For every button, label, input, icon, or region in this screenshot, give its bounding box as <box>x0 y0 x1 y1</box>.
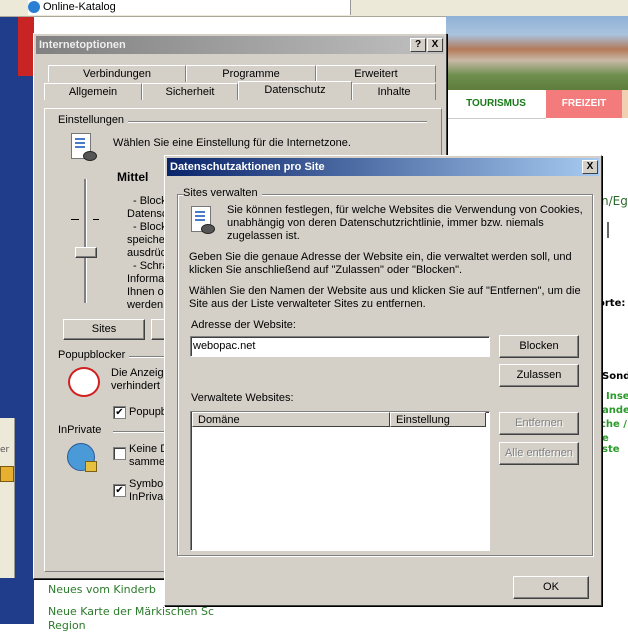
instruction-line: klicken Sie anschließend auf "Zulassen" … <box>189 264 463 276</box>
intro-line: unabhängig von deren Datenschutzrichtlin… <box>227 217 544 229</box>
nav-edge <box>622 90 628 118</box>
per-site-privacy-dialog: Datenschutzaktionen pro Site X Sites ver… <box>164 155 602 606</box>
settings-group-label: Einstellungen <box>58 114 129 126</box>
per-site-privacy-titlebar[interactable]: Datenschutzaktionen pro Site X <box>167 158 599 176</box>
ok-button[interactable]: OK <box>513 576 589 599</box>
website-address-input[interactable]: webopac.net <box>190 336 490 357</box>
browser-tab[interactable]: Online-Katalog <box>28 0 351 15</box>
bg-left-fragment: er <box>0 445 10 455</box>
eye-icon <box>201 224 215 234</box>
block-button[interactable]: Blocken <box>499 335 579 358</box>
instruction-line: Geben Sie die genaue Adresse der Website… <box>189 251 572 263</box>
privacy-level: Mittel <box>117 170 149 184</box>
bg-link-fragment-3[interactable]: che / <box>600 419 627 430</box>
bg-heading-fragment: n/Eg <box>601 194 628 208</box>
intro-line: zugelassen ist. <box>227 230 300 242</box>
inprivate-line: Symbo <box>129 478 164 490</box>
tab-programme[interactable]: Programme <box>186 65 316 82</box>
bg-link-fragment[interactable]: Inse <box>606 391 628 402</box>
remove-button[interactable]: Entfernen <box>499 412 579 435</box>
managed-sites-list[interactable]: Domäne Einstellung <box>190 411 490 551</box>
tab-verbindungen[interactable]: Verbindungen <box>48 65 186 82</box>
level-line: ausdrüc <box>127 247 167 259</box>
popup-line: Die Anzeig <box>111 367 164 379</box>
browser-tab-title: Online-Katalog <box>43 1 116 13</box>
internet-options-title: Internetoptionen <box>39 39 126 51</box>
news-link-2[interactable]: Neue Karte der Märkischen Sc <box>48 605 214 618</box>
news-link-1[interactable]: Neues vom Kinderb <box>48 583 156 596</box>
popup-blocker-icon <box>68 367 100 397</box>
bg-label-fragment-2: Sond <box>602 371 628 382</box>
level-line: Ihnen o <box>127 286 164 298</box>
close-button[interactable]: X <box>582 160 598 174</box>
ie-icon <box>28 1 40 13</box>
bg-input-edge <box>607 222 609 238</box>
popup-checkbox[interactable]: ✔ <box>113 406 126 419</box>
news-link-3[interactable]: Region <box>48 619 86 632</box>
instruction-line: Wählen Sie den Namen der Website aus und… <box>189 285 581 297</box>
per-site-privacy-title: Datenschutzaktionen pro Site <box>170 161 325 173</box>
close-button[interactable]: X <box>427 38 443 52</box>
settings-description: Wählen Sie eine Einstellung für die Inte… <box>113 137 351 149</box>
inprivate-line: Keine D <box>129 443 169 455</box>
remove-all-button[interactable]: Alle entfernen <box>499 442 579 465</box>
column-header-setting[interactable]: Einstellung <box>390 412 486 427</box>
popup-check-label: Popupb <box>129 406 167 418</box>
folder-icon <box>0 466 14 482</box>
inprivate-checkbox-2[interactable]: ✔ <box>113 484 126 497</box>
nav-freizeit[interactable]: FREIZEIT <box>546 90 622 118</box>
inprivate-group-label: InPrivate <box>58 424 106 436</box>
tab-sicherheit[interactable]: Sicherheit <box>142 83 238 100</box>
allow-button[interactable]: Zulassen <box>499 364 579 387</box>
browser-left-panel <box>0 418 15 578</box>
tab-inhalte[interactable]: Inhalte <box>352 83 436 100</box>
address-label: Adresse der Website: <box>191 319 296 331</box>
lock-icon <box>85 461 97 472</box>
level-line: speiche <box>127 234 165 246</box>
internet-options-titlebar[interactable]: Internetoptionen ? X <box>36 36 444 54</box>
help-button[interactable]: ? <box>410 38 426 52</box>
bg-label-fragment: orte: <box>598 298 626 309</box>
inprivate-checkbox-1[interactable] <box>113 447 126 460</box>
tab-erweitert[interactable]: Erweitert <box>316 65 436 82</box>
intro-line: Sie können festlegen, für welche Website… <box>227 204 583 216</box>
inprivate-line: InPriva <box>129 491 164 503</box>
level-line: werden <box>127 299 164 311</box>
tab-datenschutz[interactable]: Datenschutz <box>238 81 352 100</box>
bg-link-fragment-4[interactable]: e ste <box>602 433 628 455</box>
town-banner-photo <box>446 16 628 90</box>
privacy-slider-thumb[interactable] <box>75 247 97 258</box>
privacy-slider-track <box>84 179 87 303</box>
slider-tick <box>71 219 79 220</box>
level-line: Informa <box>127 273 165 285</box>
column-header-domain[interactable]: Domäne <box>192 412 390 427</box>
bg-link-fragment-2[interactable]: ande <box>602 405 628 416</box>
eye-icon <box>83 151 97 161</box>
popup-group-label: Popupblocker <box>58 349 130 361</box>
divider <box>109 121 427 123</box>
inprivate-line: samme <box>129 456 166 468</box>
level-line: Datensc <box>127 208 168 220</box>
instruction-line: Site aus der Liste verwalteter Sites zu … <box>189 298 426 310</box>
nav-tourism[interactable]: TOURISMUS <box>446 90 546 119</box>
slider-tick <box>93 219 99 220</box>
tab-allgemein[interactable]: Allgemein <box>44 83 142 100</box>
popup-line: verhindert <box>111 380 160 392</box>
browser-tab-bar: Online-Katalog <box>0 0 628 17</box>
managed-sites-label: Verwaltete Websites: <box>191 392 294 404</box>
sites-button[interactable]: Sites <box>63 319 145 340</box>
manage-sites-label: Sites verwalten <box>183 187 262 199</box>
website-address-value: webopac.net <box>193 340 256 352</box>
